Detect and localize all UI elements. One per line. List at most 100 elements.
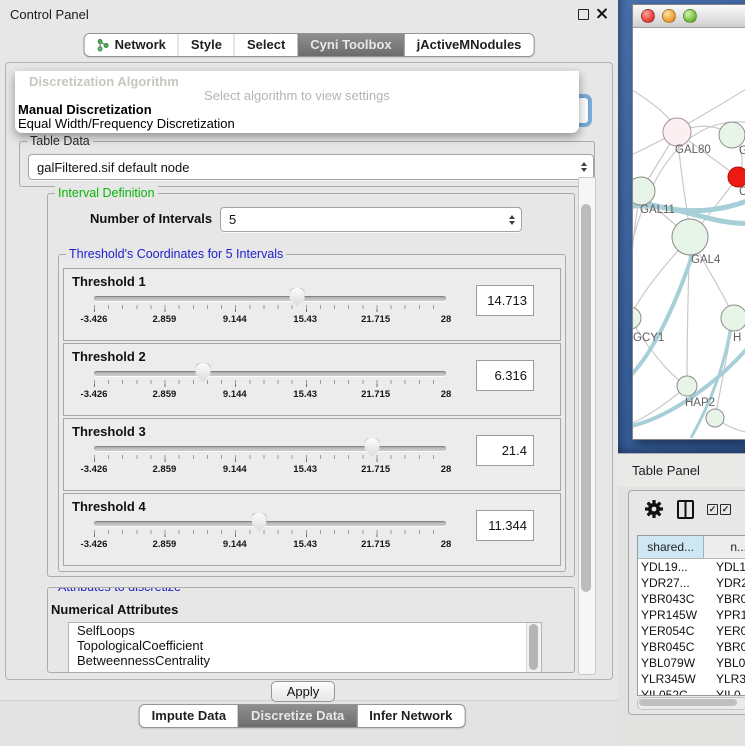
table-row[interactable]: YBR043CYBR0 (638, 591, 745, 607)
tick-label: 2.859 (153, 314, 177, 325)
panel-scrollbar-thumb[interactable] (581, 204, 591, 592)
network-node-label: C (739, 186, 745, 198)
checkbox-icon[interactable]: ✓ (707, 504, 718, 515)
node-table[interactable]: shared... n... YDL19...YDL1 YDR27...YDR2… (637, 535, 745, 696)
threshold-2-slider[interactable]: -3.426 2.859 9.144 15.43 21.715 28 (94, 344, 446, 415)
cell: YBL0 (713, 655, 745, 671)
threshold-4-value-field[interactable]: 11.344 (476, 510, 534, 541)
threshold-1-value-field[interactable]: 14.713 (476, 285, 534, 316)
network-canvas[interactable]: GAL80GCGAL11GAL4GCY1HHAP2 (633, 27, 745, 438)
list-scrollbar-thumb[interactable] (529, 624, 538, 670)
threshold-1-row: Threshold 1 -3.426 2.859 9.144 15.43 (63, 268, 561, 341)
algorithm-dropdown: Discretization Algorithm Select algorith… (15, 71, 579, 133)
tab-network[interactable]: Network (85, 34, 178, 56)
tab-discretize-data[interactable]: Discretize Data (238, 705, 356, 727)
threshold-3-row: Threshold 3 -3.426 2.859 9.144 15.43 (63, 418, 561, 491)
tick-label: 9.144 (223, 389, 247, 400)
network-node[interactable] (721, 305, 745, 331)
gear-icon[interactable] (645, 500, 663, 523)
tab-select-label: Select (247, 34, 285, 56)
list-scrollbar[interactable] (526, 623, 541, 673)
table-horizontal-scrollbar-thumb[interactable] (639, 699, 737, 706)
thresholds-group-title: Threshold's Coordinates for 5 Intervals (66, 247, 286, 261)
tick-label: 9.144 (223, 539, 247, 550)
tab-impute-data[interactable]: Impute Data (140, 705, 238, 727)
network-node[interactable] (677, 376, 697, 396)
table-horizontal-scrollbar[interactable] (637, 697, 745, 710)
algorithm-option-equal-width[interactable]: Equal Width/Frequency Discretization (18, 116, 235, 131)
table-row[interactable]: YDL19...YDL1 (638, 559, 745, 575)
slider-track[interactable] (94, 521, 446, 526)
number-of-intervals-combobox[interactable]: 5 (220, 207, 522, 232)
cell: YBR0 (713, 639, 745, 655)
threshold-1-slider[interactable]: -3.426 2.859 9.144 15.43 21.715 28 (94, 269, 446, 340)
threshold-4-slider[interactable]: -3.426 2.859 9.144 15.43 21.715 28 (94, 494, 446, 565)
table-row[interactable]: YER054CYER0 (638, 623, 745, 639)
table-toolbar: ✓ ✓ (629, 491, 745, 533)
network-desktop: GAL80GCGAL11GAL4GCY1HHAP2 (618, 0, 745, 453)
network-icon (97, 38, 110, 52)
threshold-3-slider[interactable]: -3.426 2.859 9.144 15.43 21.715 28 (94, 419, 446, 490)
column-header-shared-name[interactable]: shared... (638, 536, 704, 558)
network-node[interactable] (633, 177, 655, 205)
algorithm-option-manual[interactable]: Manual Discretization (18, 102, 152, 117)
cell: YBR043C (638, 591, 713, 607)
tick-label: 15.43 (293, 389, 317, 400)
panel-scrollbar[interactable] (578, 177, 596, 675)
tab-style[interactable]: Style (178, 34, 234, 56)
cell: YBL079W (638, 655, 713, 671)
table-row[interactable]: YPR145WYPR1 (638, 607, 745, 623)
close-traffic-light-icon[interactable] (641, 9, 655, 23)
threshold-rows: Threshold 1 -3.426 2.859 9.144 15.43 (63, 268, 561, 568)
tab-select[interactable]: Select (234, 34, 297, 56)
slider-track[interactable] (94, 446, 446, 451)
control-panel-titlebar: Control Panel (0, 0, 618, 28)
table-panel: ✓ ✓ shared... n... YDL19...YDL1 YDR27...… (628, 490, 745, 715)
table-data-combobox[interactable]: galFiltered.sif default node (28, 154, 594, 180)
table-row[interactable]: YIL052CYIL0 (638, 687, 745, 696)
table-row[interactable]: YBR045CYBR0 (638, 639, 745, 655)
network-node-label: G (739, 145, 745, 157)
tab-cyni-toolbox[interactable]: Cyni Toolbox (297, 34, 403, 56)
list-item[interactable]: BetweennessCentrality (69, 653, 541, 668)
network-node[interactable] (672, 219, 708, 255)
table-data-selected: galFiltered.sif default node (37, 160, 189, 175)
cell: YDR27... (638, 575, 713, 591)
tick-label: -3.426 (81, 314, 108, 325)
table-row[interactable]: YLR345WYLR3 (638, 671, 745, 687)
network-window[interactable]: GAL80GCGAL11GAL4GCY1HHAP2 (632, 4, 745, 440)
tab-jactivemnodules[interactable]: jActiveMNodules (404, 34, 534, 56)
cell: YDL19... (638, 559, 713, 575)
numerical-attributes-list[interactable]: SelfLoops TopologicalCoefficient Between… (68, 622, 542, 673)
tick-label: 21.715 (361, 539, 390, 550)
list-item[interactable]: SelfLoops (69, 623, 541, 638)
interval-definition-title: Interval Definition (55, 186, 158, 200)
slider-track[interactable] (94, 296, 446, 301)
checkbox-icon[interactable]: ✓ (720, 504, 731, 515)
apply-button[interactable]: Apply (271, 681, 335, 702)
column-header-name[interactable]: n... (704, 536, 745, 558)
tab-infer-network-label: Infer Network (369, 705, 452, 727)
table-row[interactable]: YBL079WYBL0 (638, 655, 745, 671)
slider-ticks (94, 380, 447, 384)
close-icon[interactable] (596, 7, 607, 20)
columns-icon[interactable] (677, 500, 694, 519)
minimize-traffic-light-icon[interactable] (662, 9, 676, 23)
zoom-traffic-light-icon[interactable] (683, 9, 697, 23)
tab-infer-network[interactable]: Infer Network (356, 705, 464, 727)
tab-jactivemnodules-label: jActiveMNodules (417, 34, 522, 56)
network-node[interactable] (706, 409, 724, 427)
float-icon[interactable] (578, 9, 589, 20)
checkbox-icons[interactable]: ✓ ✓ (707, 504, 731, 515)
network-node[interactable] (633, 307, 641, 329)
network-node[interactable] (728, 167, 745, 187)
network-window-titlebar[interactable] (633, 5, 745, 28)
list-item[interactable]: TopologicalCoefficient (69, 638, 541, 653)
slider-track[interactable] (94, 371, 446, 376)
tick-label: 2.859 (153, 539, 177, 550)
interval-definition-group: Interval Definition Number of Intervals … (47, 193, 575, 577)
network-node[interactable] (663, 118, 691, 146)
threshold-2-value-field[interactable]: 6.316 (476, 360, 534, 391)
threshold-3-value-field[interactable]: 21.4 (476, 435, 534, 466)
table-row[interactable]: YDR27...YDR2 (638, 575, 745, 591)
